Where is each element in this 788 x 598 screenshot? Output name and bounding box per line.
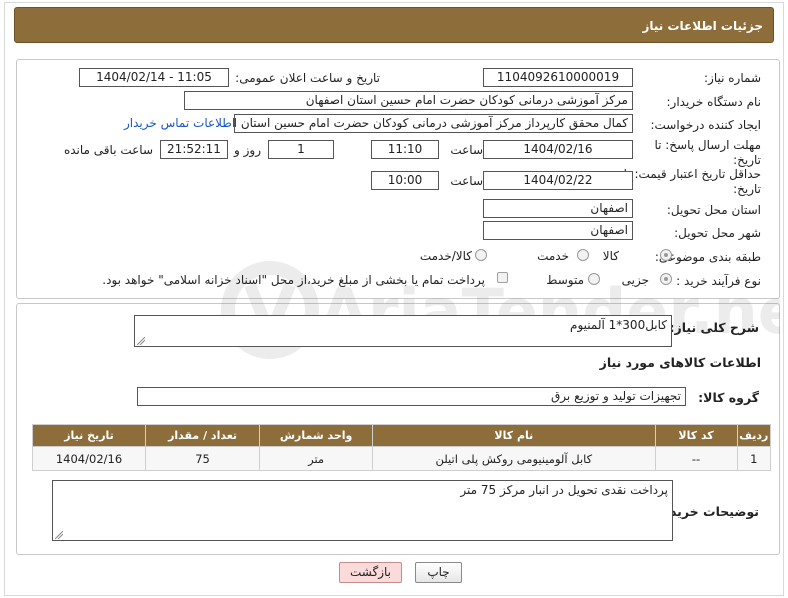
category-option-service: خدمت: [537, 249, 569, 263]
process-option-minor: جزیی: [621, 273, 649, 287]
need-number-field: 1104092610000019: [483, 68, 633, 87]
header-bar: جزئیات اطلاعات نیاز: [14, 7, 774, 43]
reply-date-field: 1404/02/16: [483, 140, 633, 159]
goods-table-header: ردیف کد کالا نام کالا واحد شمارش تعداد /…: [31, 424, 772, 447]
remaining-label: ساعت باقی مانده: [63, 143, 153, 157]
requester-label: ایجاد کننده درخواست:: [650, 118, 761, 132]
back-button[interactable]: بازگشت: [339, 562, 402, 583]
col-date: تاریخ نیاز: [31, 424, 147, 447]
resize-grip-icon[interactable]: [55, 531, 63, 539]
cell-qty: 75: [145, 446, 261, 471]
cell-name: کابل آلومینیومی روکش پلی اتیلن: [372, 446, 656, 471]
price-date-field: 1404/02/22: [483, 171, 633, 190]
process-radio-medium[interactable]: [588, 273, 600, 285]
col-code: کد کالا: [654, 424, 738, 447]
delivery-province-field: اصفهان: [483, 199, 633, 218]
delivery-province-label: استان محل تحویل:: [666, 203, 761, 217]
cell-code: --: [654, 446, 738, 471]
process-label: نوع فرآیند خرید :: [676, 274, 761, 288]
description-label: شرح کلی نیاز:: [669, 320, 759, 335]
goods-group-label: گروه کالا:: [698, 390, 759, 405]
delivery-city-field: اصفهان: [483, 221, 633, 240]
buyer-notes-field: پرداخت نقدی تحویل در انبار مرکز 75 متر: [52, 480, 673, 541]
col-row: ردیف: [736, 424, 772, 447]
process-option-medium: متوسط: [546, 273, 584, 287]
goods-table: ردیف کد کالا نام کالا واحد شمارش تعداد /…: [31, 424, 772, 471]
reply-time-field: 11:10: [371, 140, 439, 159]
announce-label: تاریخ و ساعت اعلان عمومی:: [235, 71, 380, 85]
days-label: روز و: [234, 143, 261, 157]
buyer-contact-link[interactable]: اطلاعات تماس خریدار: [124, 116, 235, 130]
col-unit: واحد شمارش: [259, 424, 374, 447]
category-radio-goods-service[interactable]: [475, 249, 487, 261]
page-title: جزئیات اطلاعات نیاز: [642, 19, 763, 33]
category-option-goods-service: کالا/خدمت: [419, 249, 472, 263]
buyer-org-label: نام دستگاه خریدار:: [666, 95, 762, 109]
process-radio-minor[interactable]: [660, 273, 672, 285]
need-number-label: شماره نیاز:: [704, 71, 761, 85]
table-row: 1 -- کابل آلومینیومی روکش پلی اتیلن متر …: [31, 446, 772, 471]
days-field: 1: [268, 140, 334, 159]
watermark-logo: AriaTender.net: [221, 261, 780, 359]
col-name: نام کالا: [372, 424, 656, 447]
description-text: کابل300*1 آلمنیوم: [570, 318, 667, 332]
description-field: کابل300*1 آلمنیوم: [134, 315, 672, 347]
requester-field: کمال محقق کارپرداز مرکز آموزشی درمانی کو…: [234, 114, 633, 133]
category-radio-goods[interactable]: [660, 249, 672, 261]
price-time-field: 10:00: [371, 171, 439, 190]
price-time-label: ساعت: [450, 174, 483, 188]
reply-deadline-label: مهلت ارسال پاسخ: تا تاریخ:: [654, 138, 761, 167]
goods-group-field: تجهیزات تولید و توزیع برق: [137, 387, 686, 406]
category-option-goods: کالا: [602, 249, 619, 263]
goods-info-title: اطلاعات کالاهای مورد نیاز: [599, 355, 761, 370]
delivery-city-label: شهر محل تحویل:: [674, 226, 761, 240]
cell-date: 1404/02/16: [31, 446, 147, 471]
resize-grip-icon[interactable]: [137, 337, 145, 345]
reply-time-label: ساعت: [450, 143, 483, 157]
cell-row: 1: [736, 446, 772, 471]
buyer-notes-text: پرداخت نقدی تحویل در انبار مرکز 75 متر: [460, 483, 668, 497]
category-radio-service[interactable]: [577, 249, 589, 261]
cell-unit: متر: [259, 446, 374, 471]
buyer-org-field: مرکز آموزشی درمانی کودکان حضرت امام حسین…: [184, 91, 633, 110]
price-validity-label: حداقل تاریخ اعتبار قیمت: تا تاریخ:: [623, 167, 761, 196]
print-button[interactable]: چاپ: [415, 562, 462, 583]
remaining-time-field: 21:52:11: [160, 140, 228, 159]
announce-field: 1404/02/14 - 11:05: [79, 68, 229, 87]
col-qty: تعداد / مقدار: [145, 424, 261, 447]
treasury-checkbox[interactable]: [497, 272, 508, 283]
payment-note: پرداخت تمام یا بخشی از مبلغ خرید،از محل …: [102, 273, 485, 287]
